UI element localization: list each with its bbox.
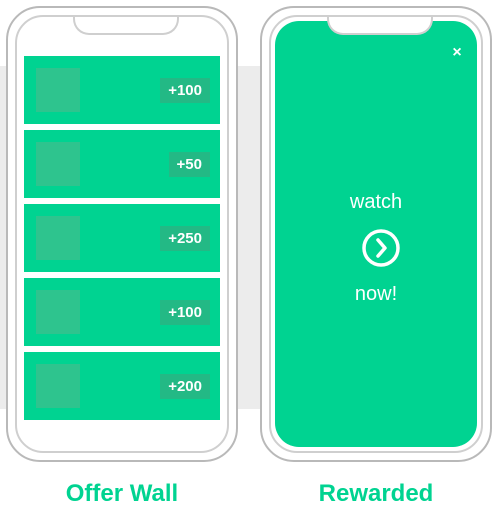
- offer-item[interactable]: +200: [24, 352, 220, 420]
- rewarded-phone: × watch now!: [260, 6, 492, 462]
- close-button[interactable]: ×: [447, 43, 467, 63]
- offer-thumbnail: [36, 364, 80, 408]
- offer-thumbnail: [36, 216, 80, 260]
- now-text: now!: [354, 283, 398, 305]
- offer-reward-badge: +100: [160, 78, 210, 103]
- offer-thumbnail: [36, 142, 80, 186]
- offer-reward-badge: +100: [160, 300, 210, 325]
- chevron-right-circle-icon[interactable]: [361, 228, 401, 268]
- phone-notch: [73, 17, 179, 35]
- offer-reward-badge: +50: [168, 152, 210, 177]
- offer-reward-badge: +250: [160, 226, 210, 251]
- offer-wall-phone: +100 +50 +250 +100 +200: [6, 6, 238, 462]
- offer-item[interactable]: +250: [24, 204, 220, 272]
- offer-item[interactable]: +50: [24, 130, 220, 198]
- phone-notch: [327, 17, 433, 35]
- offer-item[interactable]: +100: [24, 56, 220, 124]
- phone-screen: × watch now!: [269, 15, 483, 453]
- rewarded-caption: Rewarded: [318, 480, 434, 507]
- offer-list: +100 +50 +250 +100 +200: [24, 56, 220, 426]
- offer-thumbnail: [36, 68, 80, 112]
- offer-reward-badge: +200: [160, 374, 210, 399]
- rewarded-video-screen[interactable]: × watch now!: [275, 21, 477, 447]
- offer-thumbnail: [36, 290, 80, 334]
- offer-wall-caption: Offer Wall: [65, 480, 179, 507]
- offer-item[interactable]: +100: [24, 278, 220, 346]
- watch-text: watch: [349, 191, 403, 213]
